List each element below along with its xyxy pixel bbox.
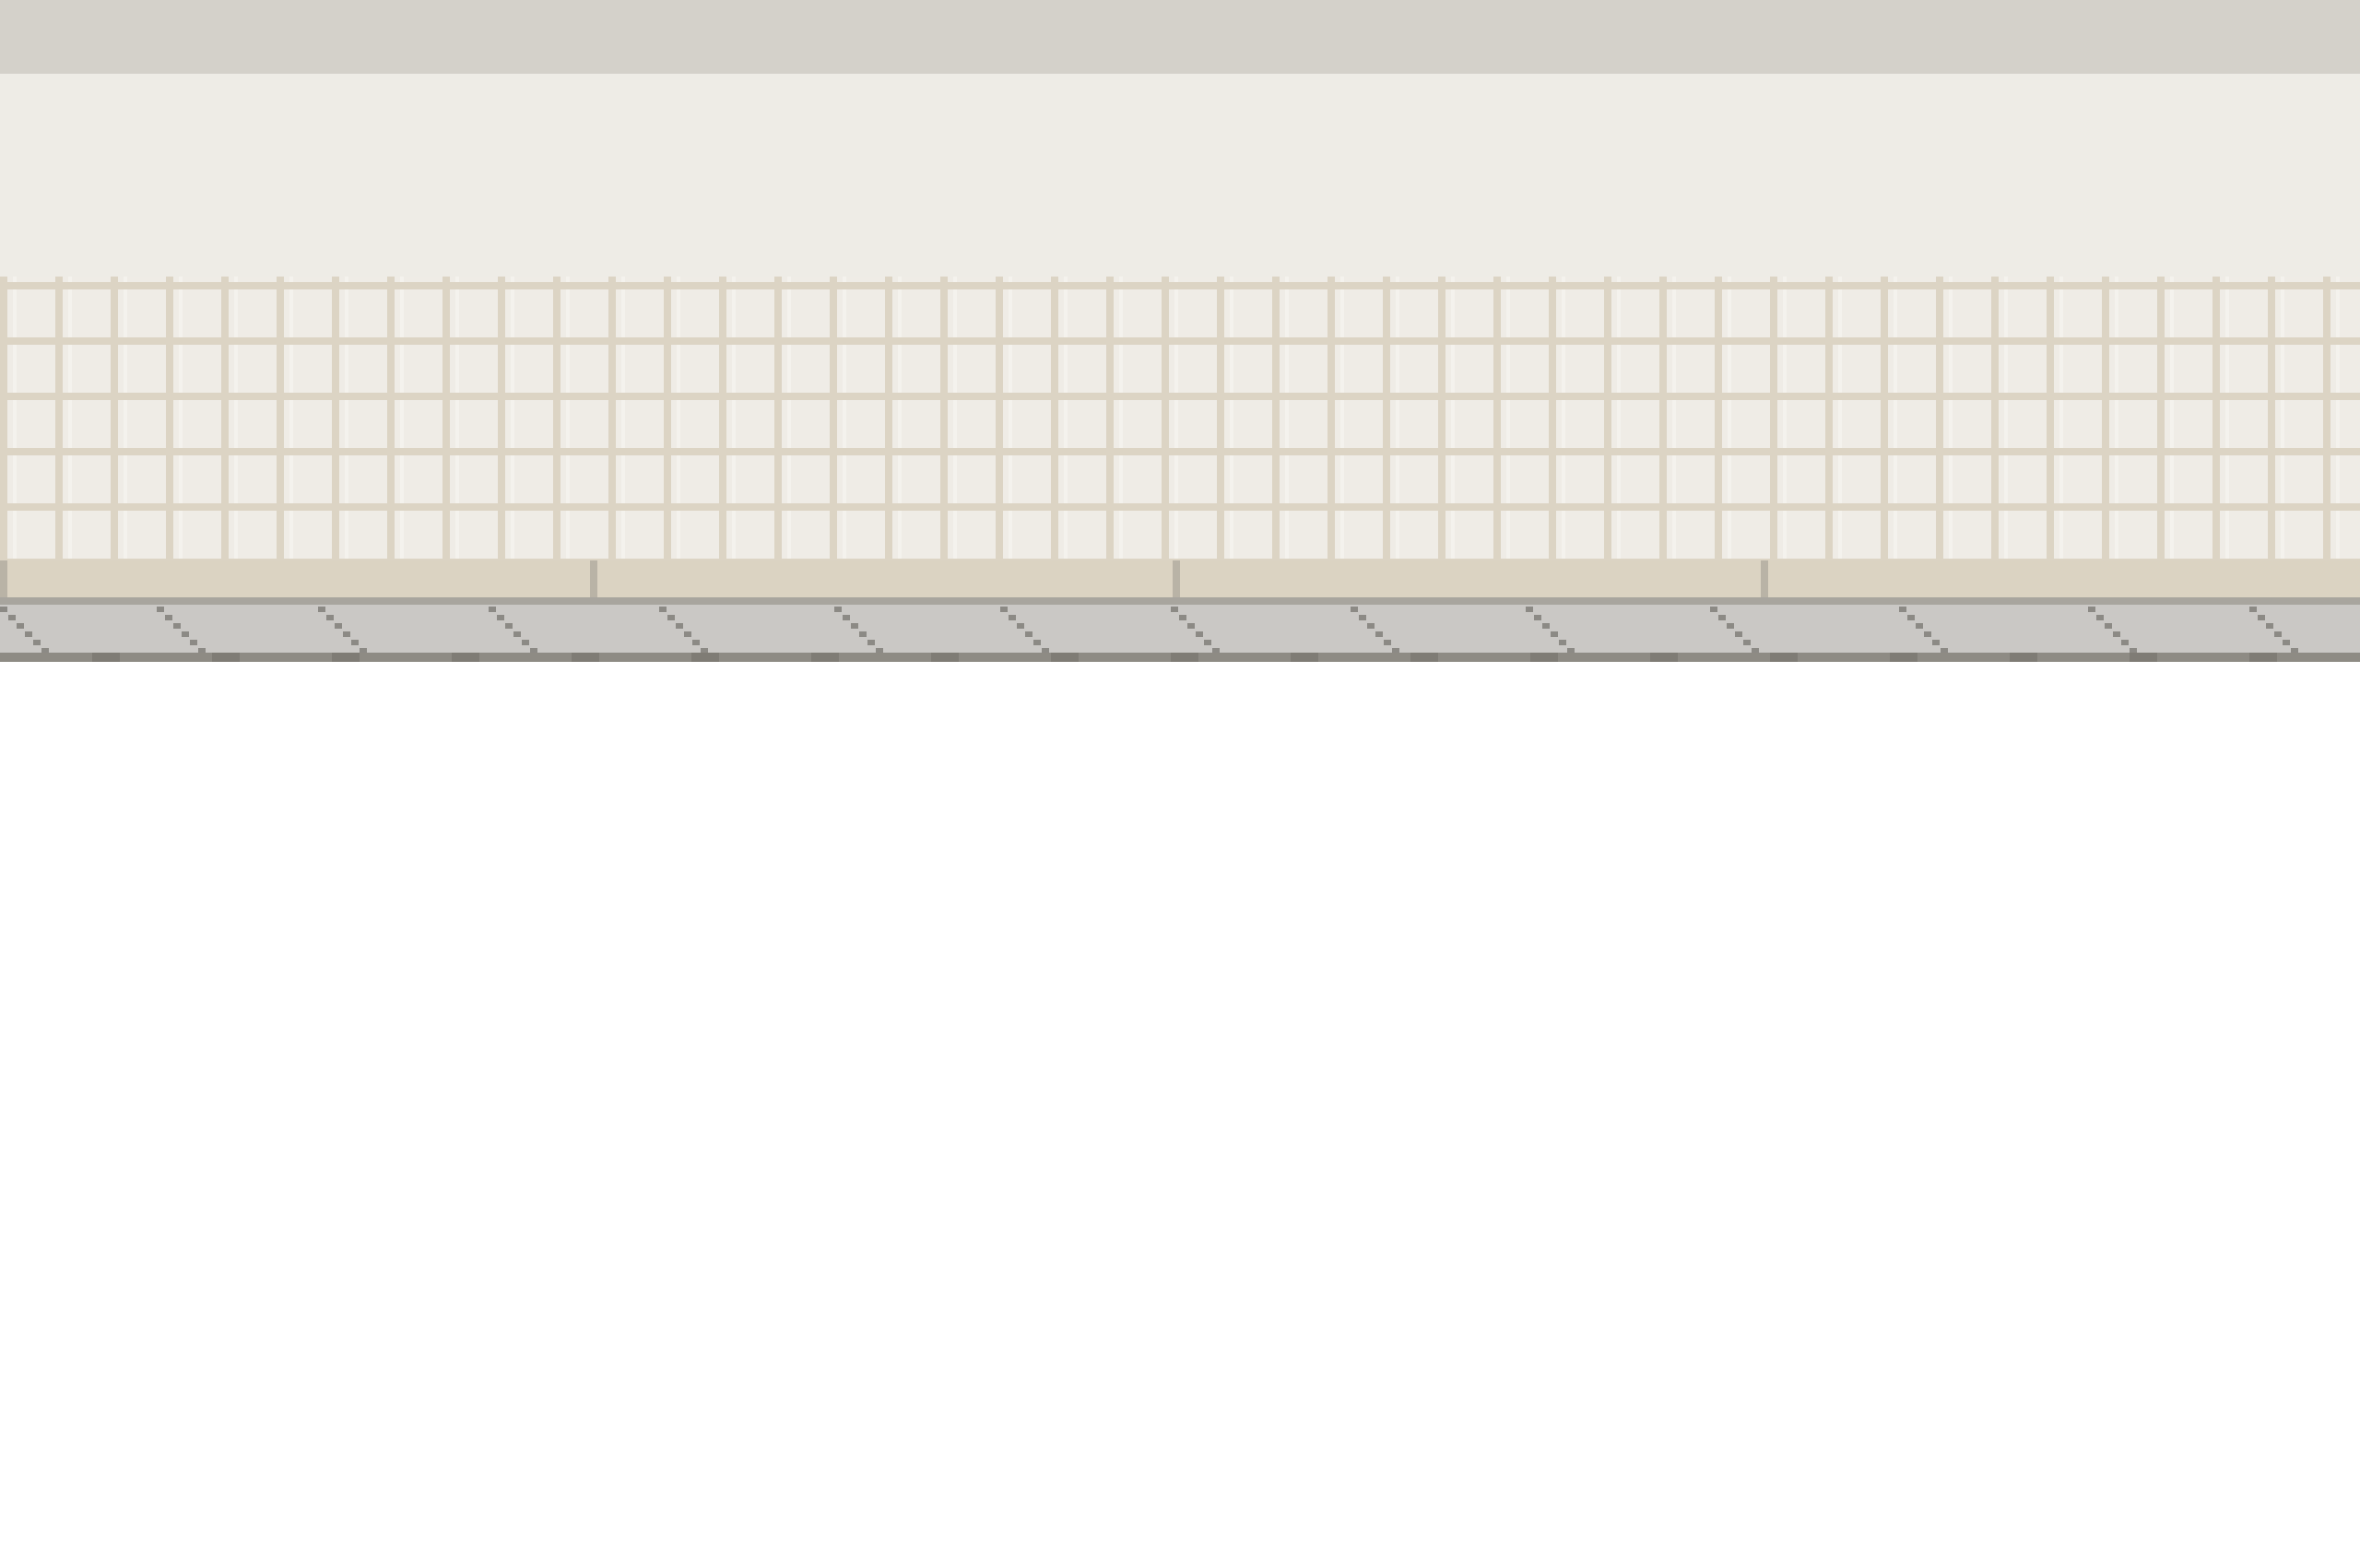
floor-hatch-mark	[859, 631, 867, 637]
floor-hatch-mark	[1559, 640, 1566, 645]
floor-hatch-mark	[1718, 615, 1726, 620]
floor-hatch-mark	[692, 640, 700, 645]
ceiling-band	[0, 0, 2360, 74]
floor-hatch-mark	[1033, 640, 1041, 645]
floor-hatch-mark	[522, 640, 529, 645]
floor-hatch-mark	[1932, 640, 1940, 645]
floor-hatch-mark	[326, 615, 334, 620]
game-scene	[0, 0, 2360, 1568]
floor-hatch-mark	[351, 640, 359, 645]
floor-hatch-mark	[497, 615, 504, 620]
baseboard-segment	[0, 560, 590, 597]
floor-hatch-mark	[1710, 607, 1717, 612]
floor-hatch-mark	[8, 615, 16, 620]
floor-hatch-mark	[1025, 631, 1032, 637]
floor-hatch-mark	[1187, 623, 1195, 629]
floor-hatch-mark	[343, 631, 350, 637]
baseboard-segment	[1761, 560, 2360, 597]
floor-hatch-mark	[1204, 640, 1211, 645]
floor-hatch-mark	[2258, 615, 2265, 620]
floor-hatch-mark	[684, 631, 691, 637]
floor-hatch-mark	[1727, 623, 1734, 629]
floor-hatch-mark	[667, 615, 675, 620]
baseboard-segment	[1173, 560, 1761, 597]
floor-hatch-mark	[0, 607, 7, 612]
floor-hatch-mark	[867, 640, 875, 645]
floor-hatch-mark	[1743, 640, 1751, 645]
floor-hatch-mark	[1907, 615, 1915, 620]
floor-hatch-mark	[2096, 615, 2104, 620]
floor-hatch-mark	[173, 623, 181, 629]
floor-hatch-mark	[1000, 607, 1008, 612]
floor-hatch-mark	[25, 631, 32, 637]
floor-hatch-mark	[1542, 623, 1550, 629]
floor-hatch-mark	[1009, 615, 1016, 620]
floor-hatch-mark	[1384, 640, 1391, 645]
floor-hatch-mark	[157, 607, 164, 612]
floor-edge	[0, 653, 2360, 662]
floor-hatch-mark	[318, 607, 325, 612]
upper-wall-panel	[0, 74, 2360, 277]
floor-hatch-mark	[2274, 631, 2282, 637]
floor-hatch-mark	[1351, 607, 1358, 612]
floor-hatch-mark	[182, 631, 189, 637]
baseboard-segment	[590, 560, 1173, 597]
floor-hatch-mark	[2121, 640, 2129, 645]
floor-hatch-mark	[676, 623, 683, 629]
floor-hatch-mark	[1534, 615, 1541, 620]
floor-hatch-mark	[1924, 631, 1931, 637]
floor-hatch-mark	[2113, 631, 2120, 637]
floor-hatch-mark	[513, 631, 521, 637]
floor-hatch-mark	[190, 640, 197, 645]
floor-hatch-mark	[659, 607, 667, 612]
floor-hatch-mark	[2283, 640, 2290, 645]
floor-hatch-mark	[1916, 623, 1923, 629]
floor-hatch-mark	[1196, 631, 1203, 637]
empty-void	[0, 662, 2360, 1568]
floor-hatch-mark	[1359, 615, 1366, 620]
tiled-wall	[0, 277, 2360, 560]
baseboard	[0, 560, 2360, 605]
floor-hatch-mark	[1179, 615, 1186, 620]
floor-hatch-mark	[2266, 623, 2273, 629]
floor-hatch-mark	[1171, 607, 1178, 612]
floor-hatch-mark	[2088, 607, 2095, 612]
floor-hatch-mark	[1526, 607, 1533, 612]
floor-hatch-mark	[17, 623, 24, 629]
floor-hatch-mark	[1375, 631, 1383, 637]
floor-hatch-mark	[1551, 631, 1558, 637]
floor-hatch-mark	[2105, 623, 2112, 629]
floor-hatch-mark	[1367, 623, 1375, 629]
floor-hatch-mark	[335, 623, 342, 629]
floor-hatch-mark	[1899, 607, 1906, 612]
floor-hatch-mark	[489, 607, 496, 612]
floor-hatch-mark	[33, 640, 41, 645]
floor-hatch-mark	[165, 615, 172, 620]
baseboard-lip	[0, 597, 2360, 605]
floor-hatch-mark	[2249, 607, 2257, 612]
floor-hatch-mark	[505, 623, 513, 629]
floor-hatch-mark	[1735, 631, 1742, 637]
floor-hatch-mark	[851, 623, 858, 629]
floor-hatch-mark	[843, 615, 850, 620]
floor-hatch-mark	[1017, 623, 1024, 629]
floor-hatch-mark	[834, 607, 842, 612]
